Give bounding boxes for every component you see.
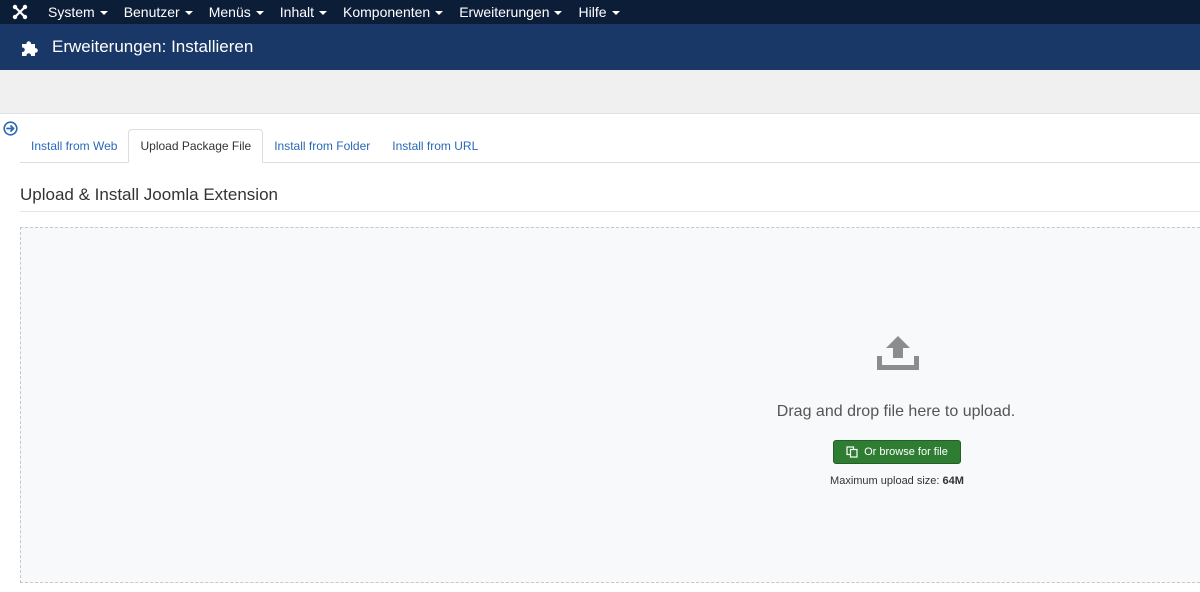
menu-item-label: Komponenten xyxy=(343,4,431,20)
chevron-down-icon xyxy=(184,11,193,15)
tab-install-from-url[interactable]: Install from URL xyxy=(381,129,489,162)
chevron-down-icon xyxy=(99,11,108,15)
section-title: Upload & Install Joomla Extension xyxy=(20,185,278,204)
tab-upload-package-file[interactable]: Upload Package File xyxy=(128,129,264,163)
menu-item-inhalt[interactable]: Inhalt xyxy=(272,0,335,24)
chevron-down-icon xyxy=(435,11,444,15)
menu-item-label: System xyxy=(48,4,95,20)
menu-item-menues[interactable]: Menüs xyxy=(201,0,272,24)
chevron-down-icon xyxy=(319,11,328,15)
menu-item-system[interactable]: System xyxy=(40,0,116,24)
upload-icon xyxy=(875,334,921,374)
tab-install-from-folder[interactable]: Install from Folder xyxy=(263,129,381,162)
joomla-logo-icon[interactable] xyxy=(0,0,40,24)
puzzle-icon xyxy=(20,37,40,57)
browse-button-label: Or browse for file xyxy=(864,446,948,458)
top-menu-bar: System Benutzer Menüs Inhalt Komponenten… xyxy=(0,0,1200,24)
menu-item-erweiterungen[interactable]: Erweiterungen xyxy=(451,0,570,24)
drop-instructions: Drag and drop file here to upload. xyxy=(776,403,1016,420)
arrow-right-circle-icon[interactable] xyxy=(3,121,18,136)
page-header: Erweiterungen: Installieren xyxy=(0,24,1200,70)
chevron-down-icon xyxy=(554,11,563,15)
menu-item-komponenten[interactable]: Komponenten xyxy=(335,0,451,24)
section-divider xyxy=(20,211,1200,212)
browse-file-button[interactable]: Or browse for file xyxy=(833,440,961,464)
install-tabs: Install from Web Upload Package File Ins… xyxy=(20,129,1200,163)
max-upload-value: 64M xyxy=(942,475,964,487)
chevron-down-icon xyxy=(255,11,264,15)
tab-install-from-web[interactable]: Install from Web xyxy=(20,129,128,162)
main-menu: System Benutzer Menüs Inhalt Komponenten… xyxy=(40,0,628,24)
menu-item-label: Inhalt xyxy=(279,4,315,20)
chevron-down-icon xyxy=(611,11,620,15)
menu-item-label: Benutzer xyxy=(123,4,180,20)
toolbar xyxy=(0,70,1200,114)
upload-dropzone[interactable]: Drag and drop file here to upload. Or br… xyxy=(20,227,1200,583)
menu-item-label: Hilfe xyxy=(578,4,607,20)
menu-item-benutzer[interactable]: Benutzer xyxy=(116,0,201,24)
max-upload-label: Maximum upload size: xyxy=(830,475,940,487)
copy-icon xyxy=(846,446,858,458)
menu-item-hilfe[interactable]: Hilfe xyxy=(570,0,627,24)
menu-item-label: Erweiterungen xyxy=(459,4,550,20)
page-title: Erweiterungen: Installieren xyxy=(52,37,254,56)
max-upload-size: Maximum upload size: 64M xyxy=(796,475,998,487)
menu-item-label: Menüs xyxy=(208,4,251,20)
